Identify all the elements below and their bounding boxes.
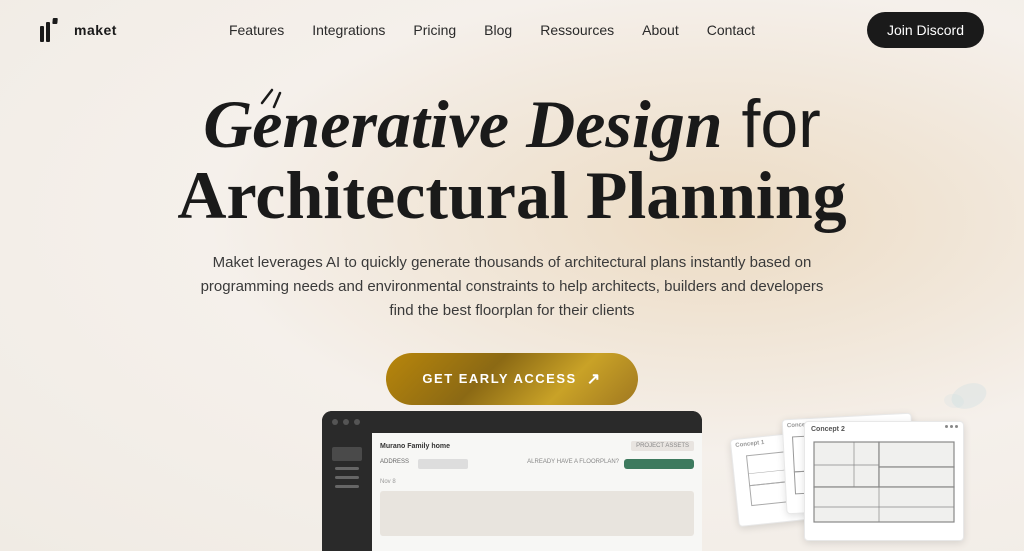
laptop-dot-2 bbox=[343, 419, 349, 425]
nav-blog[interactable]: Blog bbox=[484, 22, 512, 38]
cta-label: GET EARLY ACCESS bbox=[422, 371, 576, 386]
laptop-dot-1 bbox=[332, 419, 338, 425]
join-discord-button[interactable]: Join Discord bbox=[867, 12, 984, 48]
laptop-dot-3 bbox=[354, 419, 360, 425]
logo-text: maket bbox=[74, 22, 117, 38]
header: maket Features Integrations Pricing Blog… bbox=[0, 0, 1024, 60]
laptop-screen: Murano Family home PROJECT ASSETS ADDRES… bbox=[322, 433, 702, 551]
hero-title-rest: for bbox=[723, 86, 821, 162]
laptop-titlebar bbox=[322, 411, 702, 433]
nav-ressources[interactable]: Ressources bbox=[540, 22, 614, 38]
laptop-mockup: Murano Family home PROJECT ASSETS ADDRES… bbox=[322, 411, 702, 551]
preview-area: Murano Family home PROJECT ASSETS ADDRES… bbox=[0, 391, 1024, 551]
nav-contact[interactable]: Contact bbox=[707, 22, 755, 38]
logo[interactable]: maket bbox=[40, 18, 117, 42]
sparkle-decoration bbox=[242, 85, 292, 135]
hero-title-line2: Architectural Planning bbox=[177, 158, 846, 233]
nav-integrations[interactable]: Integrations bbox=[312, 22, 385, 38]
hero-section: Generative Design for Architectural Plan… bbox=[0, 60, 1024, 405]
main-nav: Features Integrations Pricing Blog Resso… bbox=[229, 22, 755, 38]
laptop-sidebar bbox=[322, 433, 372, 551]
nav-about[interactable]: About bbox=[642, 22, 679, 38]
laptop-row-1: ADDRESS ALREADY HAVE A FLOORPLAN? bbox=[380, 459, 694, 469]
logo-icon bbox=[40, 18, 68, 42]
nav-features[interactable]: Features bbox=[229, 22, 284, 38]
floorplan-sheets: Concept 1 Concept 1 Concept 2 bbox=[684, 391, 964, 541]
laptop-content: Murano Family home PROJECT ASSETS ADDRES… bbox=[372, 433, 702, 551]
hero-subtitle: Maket leverages AI to quickly generate t… bbox=[172, 251, 852, 323]
floorplan-sheet-main: Concept 2 bbox=[804, 421, 964, 541]
nav-pricing[interactable]: Pricing bbox=[413, 22, 456, 38]
watercolor-decoration bbox=[934, 371, 994, 426]
cta-arrow-icon: ↗ bbox=[587, 369, 602, 389]
laptop-row-2: Nov 8 bbox=[380, 475, 694, 485]
